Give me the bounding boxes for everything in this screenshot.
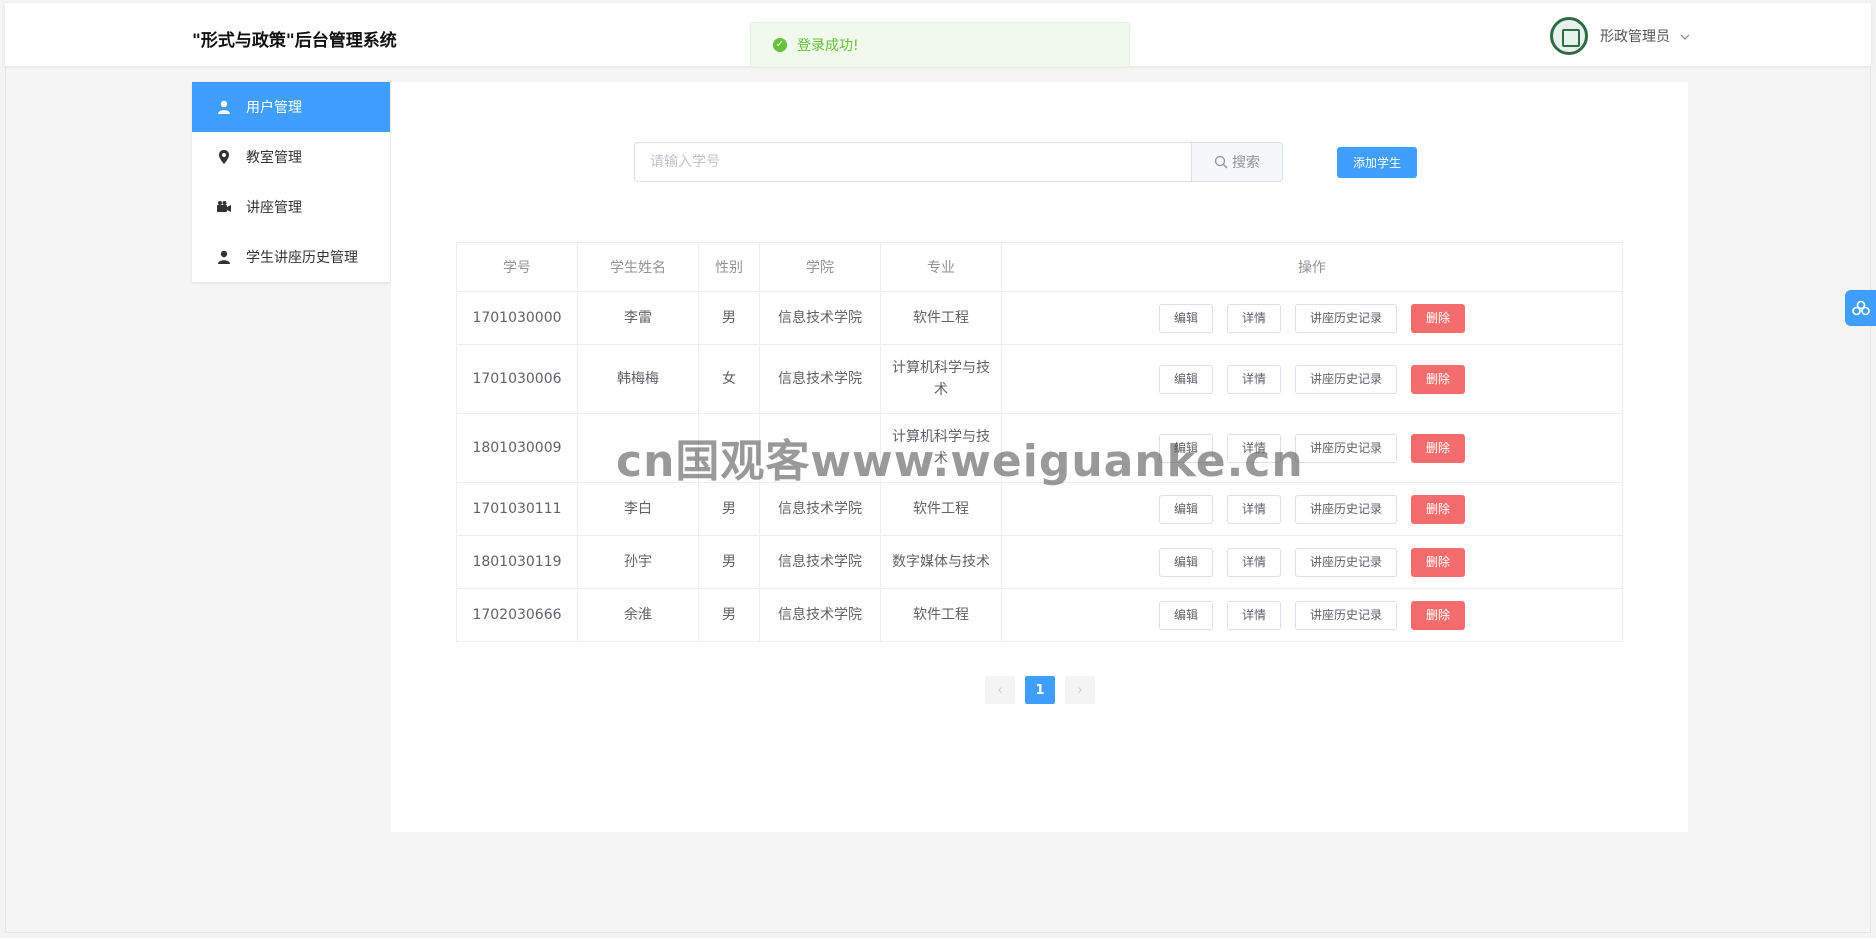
column-header: 学号 bbox=[456, 242, 578, 292]
table-row: 1701030000 李雷 男 信息技术学院 软件工程 编辑 详情 讲座历史记录… bbox=[456, 291, 1623, 345]
cell-major: 数字媒体与技术 bbox=[880, 535, 1002, 589]
lecture-history-button[interactable]: 讲座历史记录 bbox=[1295, 600, 1398, 630]
next-page-button[interactable]: › bbox=[1065, 676, 1095, 704]
cell-student-id: 1701030111 bbox=[456, 482, 578, 536]
cell-student-name: 余淮 bbox=[577, 588, 699, 642]
avatar bbox=[1550, 17, 1588, 55]
column-header: 性别 bbox=[698, 242, 760, 292]
cell-college: 信息技术学院 bbox=[759, 535, 881, 589]
sidebar-item-label: 讲座管理 bbox=[246, 200, 302, 216]
edit-button[interactable]: 编辑 bbox=[1158, 494, 1213, 524]
cell-student-id: 1801030009 bbox=[456, 413, 578, 483]
cell-college: 信息技术学院 bbox=[759, 344, 881, 414]
cell-actions: 编辑 详情 讲座历史记录 删除 bbox=[1001, 344, 1623, 414]
column-header: 操作 bbox=[1001, 242, 1623, 292]
details-button[interactable]: 详情 bbox=[1226, 547, 1281, 577]
lecture-history-button[interactable]: 讲座历史记录 bbox=[1295, 303, 1398, 333]
edit-button[interactable]: 编辑 bbox=[1158, 303, 1213, 333]
sidebar-item-label: 教室管理 bbox=[246, 150, 302, 166]
cell-major: 软件工程 bbox=[880, 588, 1002, 642]
add-student-button[interactable]: 添加学生 bbox=[1337, 147, 1417, 178]
sidebar-item-users[interactable]: 用户管理 bbox=[192, 82, 390, 132]
table-row: 1701030006 韩梅梅 女 信息技术学院 计算机科学与技术 编辑 详情 讲… bbox=[456, 344, 1623, 414]
camera-icon bbox=[217, 201, 231, 212]
cell-college: 信息技术学院 bbox=[759, 588, 881, 642]
lecture-history-button[interactable]: 讲座历史记录 bbox=[1295, 364, 1398, 394]
user-name: 形政管理员 bbox=[1600, 29, 1670, 45]
delete-button[interactable]: 删除 bbox=[1411, 364, 1466, 394]
table-header-row: 学号 学生姓名 性别 学院 专业 操作 bbox=[456, 242, 1623, 292]
watermark-text: cn国观客www.weiguanke.cn bbox=[616, 436, 1304, 487]
column-header: 专业 bbox=[880, 242, 1002, 292]
cell-actions: 编辑 详情 讲座历史记录 删除 bbox=[1001, 535, 1623, 589]
cell-gender: 男 bbox=[698, 291, 760, 345]
sidebar-item-label: 学生讲座历史管理 bbox=[246, 250, 358, 266]
delete-button[interactable]: 删除 bbox=[1411, 547, 1466, 577]
edit-button[interactable]: 编辑 bbox=[1158, 600, 1213, 630]
user-menu[interactable]: 形政管理员 bbox=[1550, 16, 1690, 56]
student-id-search-input[interactable] bbox=[635, 143, 1191, 181]
cell-student-id: 1701030006 bbox=[456, 344, 578, 414]
link-circles-icon bbox=[1851, 300, 1870, 316]
details-button[interactable]: 详情 bbox=[1226, 303, 1281, 333]
cell-actions: 编辑 详情 讲座历史记录 删除 bbox=[1001, 588, 1623, 642]
table-row: 1701030111 李白 男 信息技术学院 软件工程 编辑 详情 讲座历史记录… bbox=[456, 482, 1623, 536]
app-title: "形式与政策"后台管理系统 bbox=[192, 31, 397, 51]
sidebar: 用户管理 教室管理 讲座管理 学生讲座历史管理 bbox=[192, 82, 390, 282]
delete-button[interactable]: 删除 bbox=[1411, 303, 1466, 333]
prev-page-button[interactable]: ‹ bbox=[985, 676, 1015, 704]
floating-share-button[interactable] bbox=[1845, 290, 1876, 326]
check-circle-icon: ✓ bbox=[773, 38, 787, 52]
cell-student-name: 韩梅梅 bbox=[577, 344, 699, 414]
cell-major: 软件工程 bbox=[880, 291, 1002, 345]
table-row: 1801030119 孙宇 男 信息技术学院 数字媒体与技术 编辑 详情 讲座历… bbox=[456, 535, 1623, 589]
location-icon bbox=[219, 150, 229, 164]
toast-message: 登录成功! bbox=[797, 38, 859, 54]
search-button[interactable]: 搜索 bbox=[1191, 143, 1282, 181]
delete-button[interactable]: 删除 bbox=[1411, 600, 1466, 630]
cell-gender: 男 bbox=[698, 535, 760, 589]
cell-major: 计算机科学与技术 bbox=[880, 344, 1002, 414]
cell-student-name: 李雷 bbox=[577, 291, 699, 345]
lecture-history-button[interactable]: 讲座历史记录 bbox=[1295, 547, 1398, 577]
table-row: 1702030666 余淮 男 信息技术学院 软件工程 编辑 详情 讲座历史记录… bbox=[456, 588, 1623, 642]
cell-gender: 男 bbox=[698, 588, 760, 642]
search-icon bbox=[1214, 155, 1228, 169]
lecture-history-button[interactable]: 讲座历史记录 bbox=[1295, 433, 1398, 463]
details-button[interactable]: 详情 bbox=[1226, 600, 1281, 630]
chevron-down-icon bbox=[1680, 30, 1690, 43]
cell-college: 信息技术学院 bbox=[759, 482, 881, 536]
edit-button[interactable]: 编辑 bbox=[1158, 547, 1213, 577]
cell-student-id: 1702030666 bbox=[456, 588, 578, 642]
column-header: 学院 bbox=[759, 242, 881, 292]
cell-student-name: 李白 bbox=[577, 482, 699, 536]
cell-student-id: 1801030119 bbox=[456, 535, 578, 589]
column-header: 学生姓名 bbox=[577, 242, 699, 292]
page-number-button[interactable]: 1 bbox=[1025, 676, 1055, 704]
user-icon bbox=[218, 100, 230, 114]
search-button-label: 搜索 bbox=[1232, 155, 1260, 171]
sidebar-item-label: 用户管理 bbox=[246, 100, 302, 116]
sidebar-item-classrooms[interactable]: 教室管理 bbox=[192, 132, 390, 182]
delete-button[interactable]: 删除 bbox=[1411, 433, 1466, 463]
cell-actions: 编辑 详情 讲座历史记录 删除 bbox=[1001, 482, 1623, 536]
sidebar-item-lecture-history[interactable]: 学生讲座历史管理 bbox=[192, 232, 390, 282]
cell-student-name: 孙宇 bbox=[577, 535, 699, 589]
sidebar-item-lectures[interactable]: 讲座管理 bbox=[192, 182, 390, 232]
delete-button[interactable]: 删除 bbox=[1411, 494, 1466, 524]
cell-college: 信息技术学院 bbox=[759, 291, 881, 345]
details-button[interactable]: 详情 bbox=[1226, 494, 1281, 524]
edit-button[interactable]: 编辑 bbox=[1158, 364, 1213, 394]
details-button[interactable]: 详情 bbox=[1226, 364, 1281, 394]
cell-student-id: 1701030000 bbox=[456, 291, 578, 345]
cell-gender: 男 bbox=[698, 482, 760, 536]
cell-actions: 编辑 详情 讲座历史记录 删除 bbox=[1001, 291, 1623, 345]
success-toast: ✓ 登录成功! bbox=[750, 22, 1130, 68]
cell-major: 软件工程 bbox=[880, 482, 1002, 536]
pagination: ‹ 1 › bbox=[985, 676, 1095, 704]
lecture-history-button[interactable]: 讲座历史记录 bbox=[1295, 494, 1398, 524]
user-icon bbox=[218, 250, 230, 264]
search-group: 搜索 bbox=[634, 142, 1283, 182]
cell-gender: 女 bbox=[698, 344, 760, 414]
